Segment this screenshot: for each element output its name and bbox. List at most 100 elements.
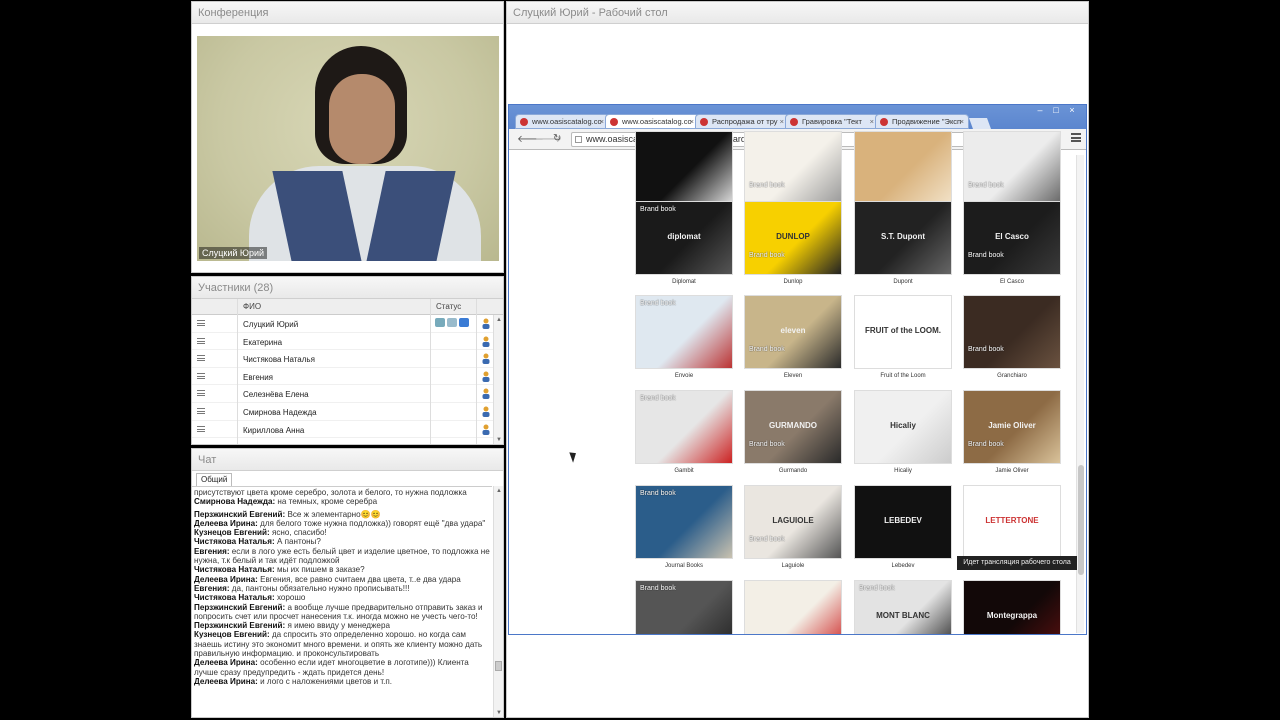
row-menu-icon[interactable] (197, 355, 205, 362)
presentation-caption[interactable]: Granchiaro (961, 373, 1063, 379)
browser-tab[interactable]: www.oasiscatalog.co × (605, 114, 699, 129)
presentation-thumbnail[interactable]: Brand book (744, 131, 842, 205)
column-status[interactable]: Статус (436, 302, 461, 311)
minimize-icon[interactable]: – (1032, 105, 1048, 115)
presentation-thumbnail[interactable]: FRUIT of the LOOM. (854, 295, 952, 369)
participants-scrollbar[interactable]: ▲ ▼ (493, 315, 503, 444)
presentation-thumbnail[interactable]: Montegrappa (963, 580, 1061, 634)
presentation-caption[interactable]: Gambit (633, 468, 735, 474)
presentation-card[interactable]: Brand book DUNLOP Dunlop (742, 201, 844, 296)
monitor-icon[interactable] (459, 318, 469, 327)
chat-scrollbar[interactable]: ▲ ▼ (493, 486, 503, 717)
presentation-card[interactable]: Brand book GURMANDO Gurmando (742, 390, 844, 485)
maximize-icon[interactable]: □ (1048, 105, 1064, 115)
presentation-thumbnail[interactable]: LETTERTONE (963, 485, 1061, 559)
presentation-caption[interactable]: Jamie Oliver (961, 468, 1063, 474)
participant-row[interactable]: Смирнова Надежда (192, 403, 503, 421)
headset-icon[interactable] (447, 318, 457, 327)
browser-menu-icon[interactable] (1071, 133, 1081, 142)
participant-row[interactable]: Кириллова Анна (192, 421, 503, 439)
presentation-thumbnail[interactable]: Brand book diplomat (635, 201, 733, 275)
presentation-card[interactable]: Brand book Journal Books (633, 485, 735, 580)
browser-tab[interactable]: Продвижение "Эксп × (875, 114, 969, 129)
presentation-thumbnail[interactable]: S.T. Dupont (854, 201, 952, 275)
presentation-caption[interactable]: Hicaliy (852, 468, 954, 474)
presentation-thumbnail[interactable]: Brand book DUNLOP (744, 201, 842, 275)
presentation-card[interactable]: Montegrappa (961, 580, 1063, 634)
participant-row[interactable]: Селезнёва Елена (192, 385, 503, 403)
presentation-caption[interactable]: Journal Books (633, 563, 735, 569)
scroll-down-icon[interactable]: ▼ (496, 437, 502, 443)
chat-scroll-thumb[interactable] (495, 661, 502, 671)
presentation-thumbnail[interactable]: Brand book (635, 390, 733, 464)
participant-row[interactable]: Слуцкий Юрий (192, 315, 503, 333)
browser-tab[interactable]: www.oasiscatalog.co × (515, 114, 609, 129)
presentation-caption[interactable]: Fruit of the Loom (852, 373, 954, 379)
presentation-card[interactable]: Hicaliy Hicaliy (852, 390, 954, 485)
presentation-card[interactable]: Brand book (633, 580, 735, 634)
microphone-icon[interactable] (435, 318, 445, 327)
presentation-card[interactable]: S.T. Dupont Dupont (852, 201, 954, 296)
new-tab-button[interactable] (968, 118, 992, 129)
presentation-card[interactable]: Brand book El Casco El Casco (961, 201, 1063, 296)
participant-row[interactable]: Екатерина (192, 333, 503, 351)
browser-tab[interactable]: Распродажа от тру × (695, 114, 789, 129)
reload-icon[interactable]: ↻ (553, 133, 561, 144)
presentation-thumbnail[interactable]: Hicaliy (854, 390, 952, 464)
presentation-thumbnail[interactable] (744, 580, 842, 634)
presentation-thumbnail[interactable]: Brand book (635, 295, 733, 369)
presentation-card[interactable]: Brand book eleven Eleven (742, 295, 844, 390)
scroll-up-icon[interactable]: ▲ (496, 488, 502, 494)
presentation-card[interactable]: Brand book diplomat Diplomat (633, 201, 735, 296)
column-name[interactable]: ФИО (243, 302, 261, 311)
tab-close-icon[interactable]: × (780, 115, 784, 128)
presentation-card[interactable]: Brand book Jamie Oliver Jamie Oliver (961, 390, 1063, 485)
browser-tab[interactable]: Гравировка "Тект × (785, 114, 879, 129)
presentation-thumbnail[interactable]: Brand book El Casco (963, 201, 1061, 275)
presentation-caption[interactable]: Diplomat (633, 279, 735, 285)
row-menu-icon[interactable] (197, 372, 205, 379)
presentation-caption[interactable]: Envoie (633, 373, 735, 379)
presentation-caption[interactable]: El Casco (961, 279, 1063, 285)
presentation-card[interactable]: Brand book Granchiaro (961, 295, 1063, 390)
chat-tab-general[interactable]: Общий (196, 473, 233, 486)
presentation-card[interactable]: FRUIT of the LOOM. Fruit of the Loom (852, 295, 954, 390)
scroll-up-icon[interactable]: ▲ (496, 317, 502, 323)
presentation-thumbnail[interactable]: Brand book Jamie Oliver (963, 390, 1061, 464)
presentation-card[interactable]: Brand book Gambit (633, 390, 735, 485)
presentation-thumbnail[interactable] (635, 131, 733, 205)
tab-close-icon[interactable]: × (960, 115, 964, 128)
presentation-caption[interactable]: Lebedev (852, 563, 954, 569)
presentation-card[interactable]: Brand book Envoie (633, 295, 735, 390)
close-icon[interactable]: × (1064, 105, 1080, 115)
presentation-caption[interactable]: Dupont (852, 279, 954, 285)
presentation-thumbnail[interactable]: Brand book LAGUIOLE (744, 485, 842, 559)
presentation-thumbnail[interactable]: LEBEDEV (854, 485, 952, 559)
participant-row[interactable]: Чистякова Наталья (192, 350, 503, 368)
row-menu-icon[interactable] (197, 337, 205, 344)
presentation-caption[interactable]: Gurmando (742, 468, 844, 474)
presentation-thumbnail[interactable]: Brand book (635, 580, 733, 634)
presentation-thumbnail[interactable]: Brand book GURMANDO (744, 390, 842, 464)
presentation-card[interactable]: Brand book MONT BLANC (852, 580, 954, 634)
presentation-thumbnail[interactable]: Brand book eleven (744, 295, 842, 369)
webcam-video[interactable]: Слуцкий Юрий (197, 36, 499, 261)
participant-row[interactable]: Евгения (192, 368, 503, 386)
row-menu-icon[interactable] (197, 320, 205, 326)
presentation-card[interactable]: Brand book LAGUIOLE Laguiole (742, 485, 844, 580)
presentation-caption[interactable]: Eleven (742, 373, 844, 379)
presentation-thumbnail[interactable] (854, 131, 952, 205)
presentation-card[interactable] (742, 580, 844, 634)
tab-close-icon[interactable]: × (600, 115, 604, 128)
page-scroll-thumb[interactable] (1078, 465, 1084, 575)
presentation-card[interactable]: LEBEDEV Lebedev (852, 485, 954, 580)
row-menu-icon[interactable] (197, 425, 205, 432)
tab-close-icon[interactable]: × (870, 115, 874, 128)
scroll-down-icon[interactable]: ▼ (496, 710, 502, 716)
row-menu-icon[interactable] (197, 407, 205, 414)
presentation-thumbnail[interactable]: Brand book (635, 485, 733, 559)
presentation-caption[interactable]: Dunlop (742, 279, 844, 285)
row-menu-icon[interactable] (197, 390, 205, 397)
presentation-caption[interactable]: Laguiole (742, 563, 844, 569)
page-scrollbar[interactable] (1076, 155, 1084, 633)
